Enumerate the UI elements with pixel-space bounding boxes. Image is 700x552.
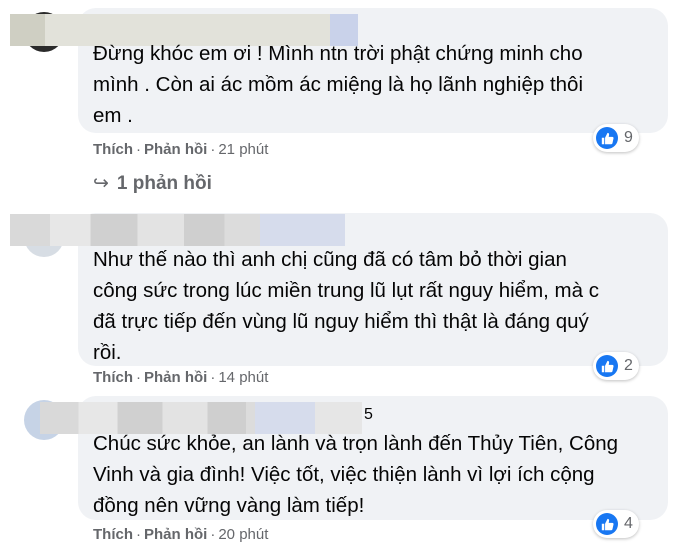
- like-button[interactable]: Thích: [93, 369, 133, 386]
- comment-actions: Thích · Phản hồi · 14 phút: [93, 369, 269, 386]
- like-icon: [596, 127, 618, 149]
- reply-button[interactable]: Phản hồi: [144, 369, 207, 386]
- reply-button[interactable]: Phản hồi: [144, 526, 207, 543]
- author-name-suffix: 5: [364, 406, 373, 423]
- comment-time[interactable]: 14 phút: [218, 369, 268, 386]
- comment-text: Đừng khóc em ơi ! Mình ntn trời phật chứ…: [93, 42, 583, 127]
- comment-actions: Thích · Phản hồi · 20 phút: [93, 526, 269, 543]
- like-button[interactable]: Thích: [93, 526, 133, 543]
- comment-actions: Thích · Phản hồi · 21 phút: [93, 141, 269, 158]
- reaction-summary[interactable]: 2: [593, 352, 639, 380]
- like-icon: [596, 513, 618, 535]
- reaction-summary[interactable]: 9: [593, 124, 639, 152]
- comment-time[interactable]: 21 phút: [218, 141, 268, 158]
- reply-arrow-icon: ↪: [93, 173, 109, 194]
- like-button[interactable]: Thích: [93, 141, 133, 158]
- censored-author-name: [10, 214, 345, 246]
- view-replies-link[interactable]: ↪ 1 phản hồi: [93, 172, 212, 195]
- comment-text: Chúc sức khỏe, an lành và trọn lành đến …: [93, 432, 619, 517]
- reaction-count: 9: [624, 129, 633, 146]
- reply-button[interactable]: Phản hồi: [144, 141, 207, 158]
- reaction-count: 2: [624, 357, 633, 374]
- replies-count-label: 1 phản hồi: [116, 173, 212, 194]
- reaction-summary[interactable]: 4: [593, 510, 639, 538]
- comment-time[interactable]: 20 phút: [218, 526, 268, 543]
- reaction-count: 4: [624, 515, 633, 532]
- like-icon: [596, 355, 618, 377]
- comment-text: Như thế nào thì anh chị cũng đã có tâm b…: [93, 248, 599, 364]
